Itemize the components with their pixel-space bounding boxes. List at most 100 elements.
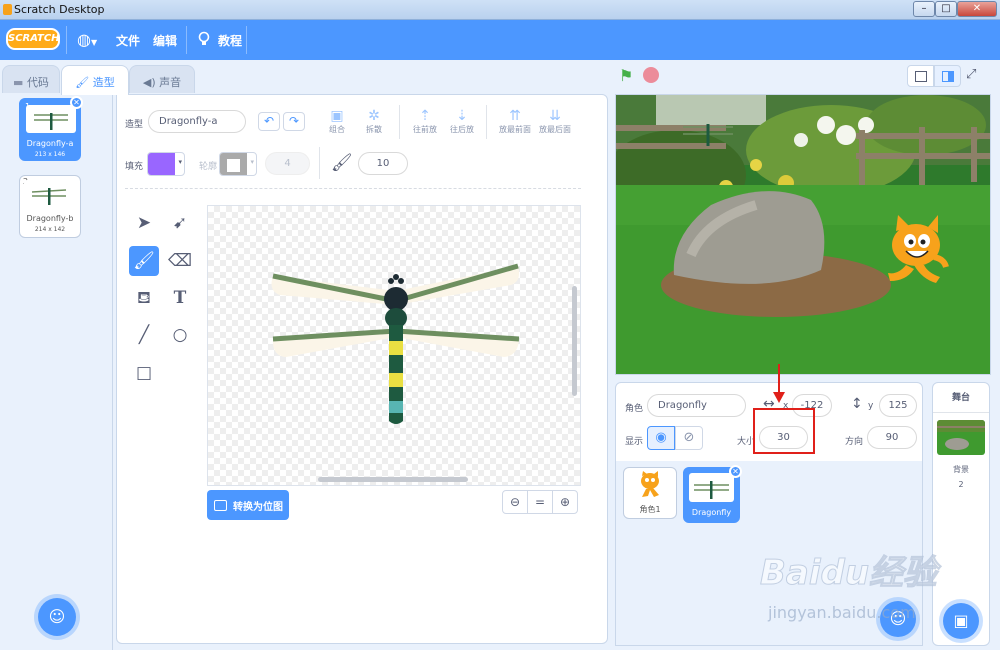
zoom-out-button[interactable]: ⊖	[503, 491, 528, 513]
undo-icon: ↶	[263, 114, 275, 128]
green-flag-icon[interactable]: ⚑	[619, 66, 633, 85]
menu-divider	[66, 26, 67, 54]
outline-color-picker[interactable]: ▾	[219, 152, 257, 176]
redo-button[interactable]: ↷	[283, 112, 305, 131]
minimize-button[interactable]: –	[913, 1, 935, 17]
undo-button[interactable]: ↶	[258, 112, 280, 131]
close-window-button[interactable]: ✕	[957, 1, 997, 17]
costume-editor: 造型 Dragonfly-a ↶ ↷ ▣ 组合 ✲ 拆散 ⇡ 往前放 ⇣ 往后放 ⇈ 放最…	[116, 94, 608, 644]
costume-size: 213 x 146	[34, 151, 66, 158]
baidu-watermark: Baidu经验	[759, 553, 938, 594]
maximize-button[interactable]: □	[935, 1, 957, 17]
brush-tool[interactable]: 🖌	[129, 246, 159, 276]
circle-tool[interactable]: ○	[165, 320, 195, 350]
ungroup-icon: ✲	[368, 108, 380, 124]
tab-costumes[interactable]: 🖌 造型	[61, 65, 129, 95]
edit-menu[interactable]: 编辑	[153, 32, 177, 49]
y-position-input[interactable]: 125	[879, 394, 917, 417]
tab-sounds[interactable]: ◀) 声音	[129, 65, 195, 93]
delete-costume-icon[interactable]: ✕	[70, 96, 83, 109]
costume-item-2[interactable]: 2 Dragonfly-b 214 x 142	[19, 175, 81, 238]
lightbulb-icon	[197, 30, 211, 45]
eye-slash-icon: ⊘	[683, 430, 695, 445]
eraser-tool[interactable]: ⌫	[165, 246, 195, 276]
brush-icon: 🖌	[133, 251, 155, 271]
stage-thumbnail	[937, 420, 985, 455]
tutorials-menu[interactable]: 教程	[218, 32, 242, 49]
small-stage-icon	[915, 71, 927, 82]
fill-color-picker[interactable]: ▾	[147, 152, 185, 176]
sprite-item-2[interactable]: ✕ Dragonfly	[683, 465, 742, 523]
stage-backdrop-garden	[616, 95, 990, 374]
costume-name: Dragonfly-a	[26, 139, 74, 148]
costume-list: 1 ✕ Dragonfly-a 213 x 146 2 Dragonfly-b …	[0, 93, 113, 650]
ungroup-button[interactable]: ✲ 拆散	[359, 108, 389, 135]
costume-size: 214 x 142	[34, 226, 66, 233]
fullscreen-icon[interactable]: ⤢	[966, 67, 976, 82]
sprite-item-1[interactable]: 角色1	[623, 467, 677, 519]
brush-icon: 🖌	[75, 76, 93, 89]
horizontal-scrollbar[interactable]	[318, 477, 468, 482]
language-globe-icon[interactable]: ◍▼	[77, 30, 97, 49]
window-titlebar: Scratch Desktop – □ ✕	[0, 0, 1000, 20]
window-title: Scratch Desktop	[14, 3, 105, 16]
show-sprite-button[interactable]: ◉	[647, 426, 675, 450]
paint-canvas[interactable]	[207, 205, 581, 486]
bucket-icon: ⛾	[137, 288, 151, 308]
front-button[interactable]: ⇈ 放最前面	[495, 108, 535, 135]
zoom-reset-button[interactable]: =	[528, 491, 553, 513]
toolbar-divider	[486, 105, 487, 139]
cat-sprite-thumbnail	[641, 471, 659, 497]
tab-code[interactable]: ▬ 代码	[2, 65, 60, 93]
rectangle-tool[interactable]: □	[129, 358, 159, 388]
brush-size-icon: 🖌	[331, 153, 353, 173]
choose-backdrop-button[interactable]: ▣	[943, 603, 979, 639]
dragonfly-costume-drawing	[271, 263, 520, 424]
line-tool[interactable]: ╱	[129, 320, 159, 350]
large-stage-icon	[942, 71, 954, 82]
stage-selector-panel[interactable]: 舞台 背景 2 ▣	[932, 382, 990, 646]
costume-name-label: 造型	[125, 120, 144, 130]
direction-input[interactable]: 90	[867, 426, 917, 449]
file-menu[interactable]: 文件	[116, 32, 140, 49]
text-tool[interactable]: T	[165, 283, 195, 313]
annotation-arrow-head	[773, 392, 785, 403]
zoom-in-button[interactable]: ⊕	[553, 491, 577, 513]
convert-to-bitmap-button[interactable]: 转换为位图	[207, 490, 289, 520]
costume-thumbnail	[24, 180, 74, 208]
large-stage-button[interactable]	[934, 65, 961, 87]
outline-width-input[interactable]: 4	[265, 152, 310, 175]
costume-item-1[interactable]: 1 ✕ Dragonfly-a 213 x 146	[19, 96, 83, 161]
scratch-logo[interactable]: SCRATCH	[6, 28, 60, 50]
backward-button[interactable]: ⇣ 往后放	[447, 108, 477, 135]
cat-icon: ☺	[48, 607, 66, 626]
redo-icon: ↷	[288, 114, 300, 128]
hide-sprite-button[interactable]: ⊘	[675, 426, 703, 450]
direction-label: 方向	[845, 437, 864, 447]
choose-costume-button[interactable]: ☺	[38, 598, 76, 636]
back-button[interactable]: ⇊ 放最后面	[535, 108, 575, 135]
select-tool[interactable]: ➤	[129, 208, 159, 238]
small-stage-button[interactable]	[907, 65, 934, 87]
fill-tool[interactable]: ⛾	[129, 283, 159, 313]
stop-button[interactable]	[643, 67, 659, 83]
chevron-down-icon: ▾	[250, 158, 254, 166]
backdrops-count: 2	[958, 480, 964, 489]
costume-name-input[interactable]: Dragonfly-a	[148, 110, 246, 133]
image-icon	[214, 500, 227, 511]
baidu-watermark-url: jingyan.baidu.com	[768, 603, 916, 622]
forward-button[interactable]: ⇡ 往前放	[410, 108, 440, 135]
stage-canvas[interactable]	[615, 94, 991, 375]
chevron-down-icon: ▾	[178, 158, 182, 166]
reshape-tool[interactable]: ➹	[165, 208, 195, 238]
sprite-name-input[interactable]: Dragonfly	[647, 394, 746, 417]
show-label: 显示	[625, 437, 644, 447]
y-label: y	[868, 401, 874, 411]
brush-size-input[interactable]: 10	[358, 152, 408, 175]
vertical-scrollbar[interactable]	[572, 286, 577, 396]
delete-sprite-icon[interactable]: ✕	[729, 465, 742, 478]
fill-label: 填充	[125, 162, 144, 172]
menu-bar: SCRATCH ◍▼ 文件 编辑 教程	[0, 20, 1000, 60]
group-button[interactable]: ▣ 组合	[322, 108, 352, 135]
rectangle-icon: □	[135, 363, 153, 383]
